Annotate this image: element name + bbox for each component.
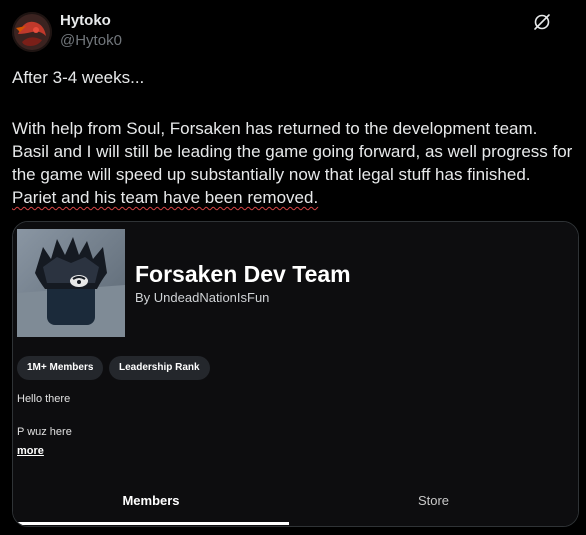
post-text-main: With help from Soul, Forsaken has return… <box>12 119 573 184</box>
more-link[interactable]: more <box>17 444 44 458</box>
post-text-body: With help from Soul, Forsaken has return… <box>12 117 578 209</box>
group-thumbnail-image-icon <box>17 229 125 337</box>
avatar[interactable] <box>12 12 52 52</box>
avatar-image-icon <box>12 12 52 52</box>
group-creator[interactable]: By UndeadNationIsFun <box>135 290 269 306</box>
author-handle[interactable]: @Hytok0 <box>60 32 122 50</box>
rank-badge[interactable]: Leadership Rank <box>109 356 210 380</box>
embedded-group-card[interactable]: Forsaken Dev Team By UndeadNationIsFun 1… <box>12 221 579 527</box>
grok-icon[interactable] <box>532 12 552 32</box>
card-content: Forsaken Dev Team By UndeadNationIsFun 1… <box>13 222 578 526</box>
tweet-post: Hytoko @Hytok0 After 3-4 weeks... With h… <box>0 0 586 535</box>
tab-store[interactable]: Store <box>289 482 578 524</box>
post-text-removed: Pariet and his team have been removed. <box>12 188 319 207</box>
group-thumbnail[interactable] <box>17 229 125 337</box>
author-display-name[interactable]: Hytoko <box>60 12 111 30</box>
tab-members[interactable]: Members <box>13 482 289 524</box>
post-text-intro: After 3-4 weeks... <box>12 68 145 87</box>
active-tab-indicator <box>13 522 289 525</box>
group-title[interactable]: Forsaken Dev Team <box>135 260 351 288</box>
members-count-badge[interactable]: 1M+ Members <box>17 356 104 380</box>
description-line: P wuz here <box>17 426 72 438</box>
description-line: Hello there <box>17 393 71 405</box>
